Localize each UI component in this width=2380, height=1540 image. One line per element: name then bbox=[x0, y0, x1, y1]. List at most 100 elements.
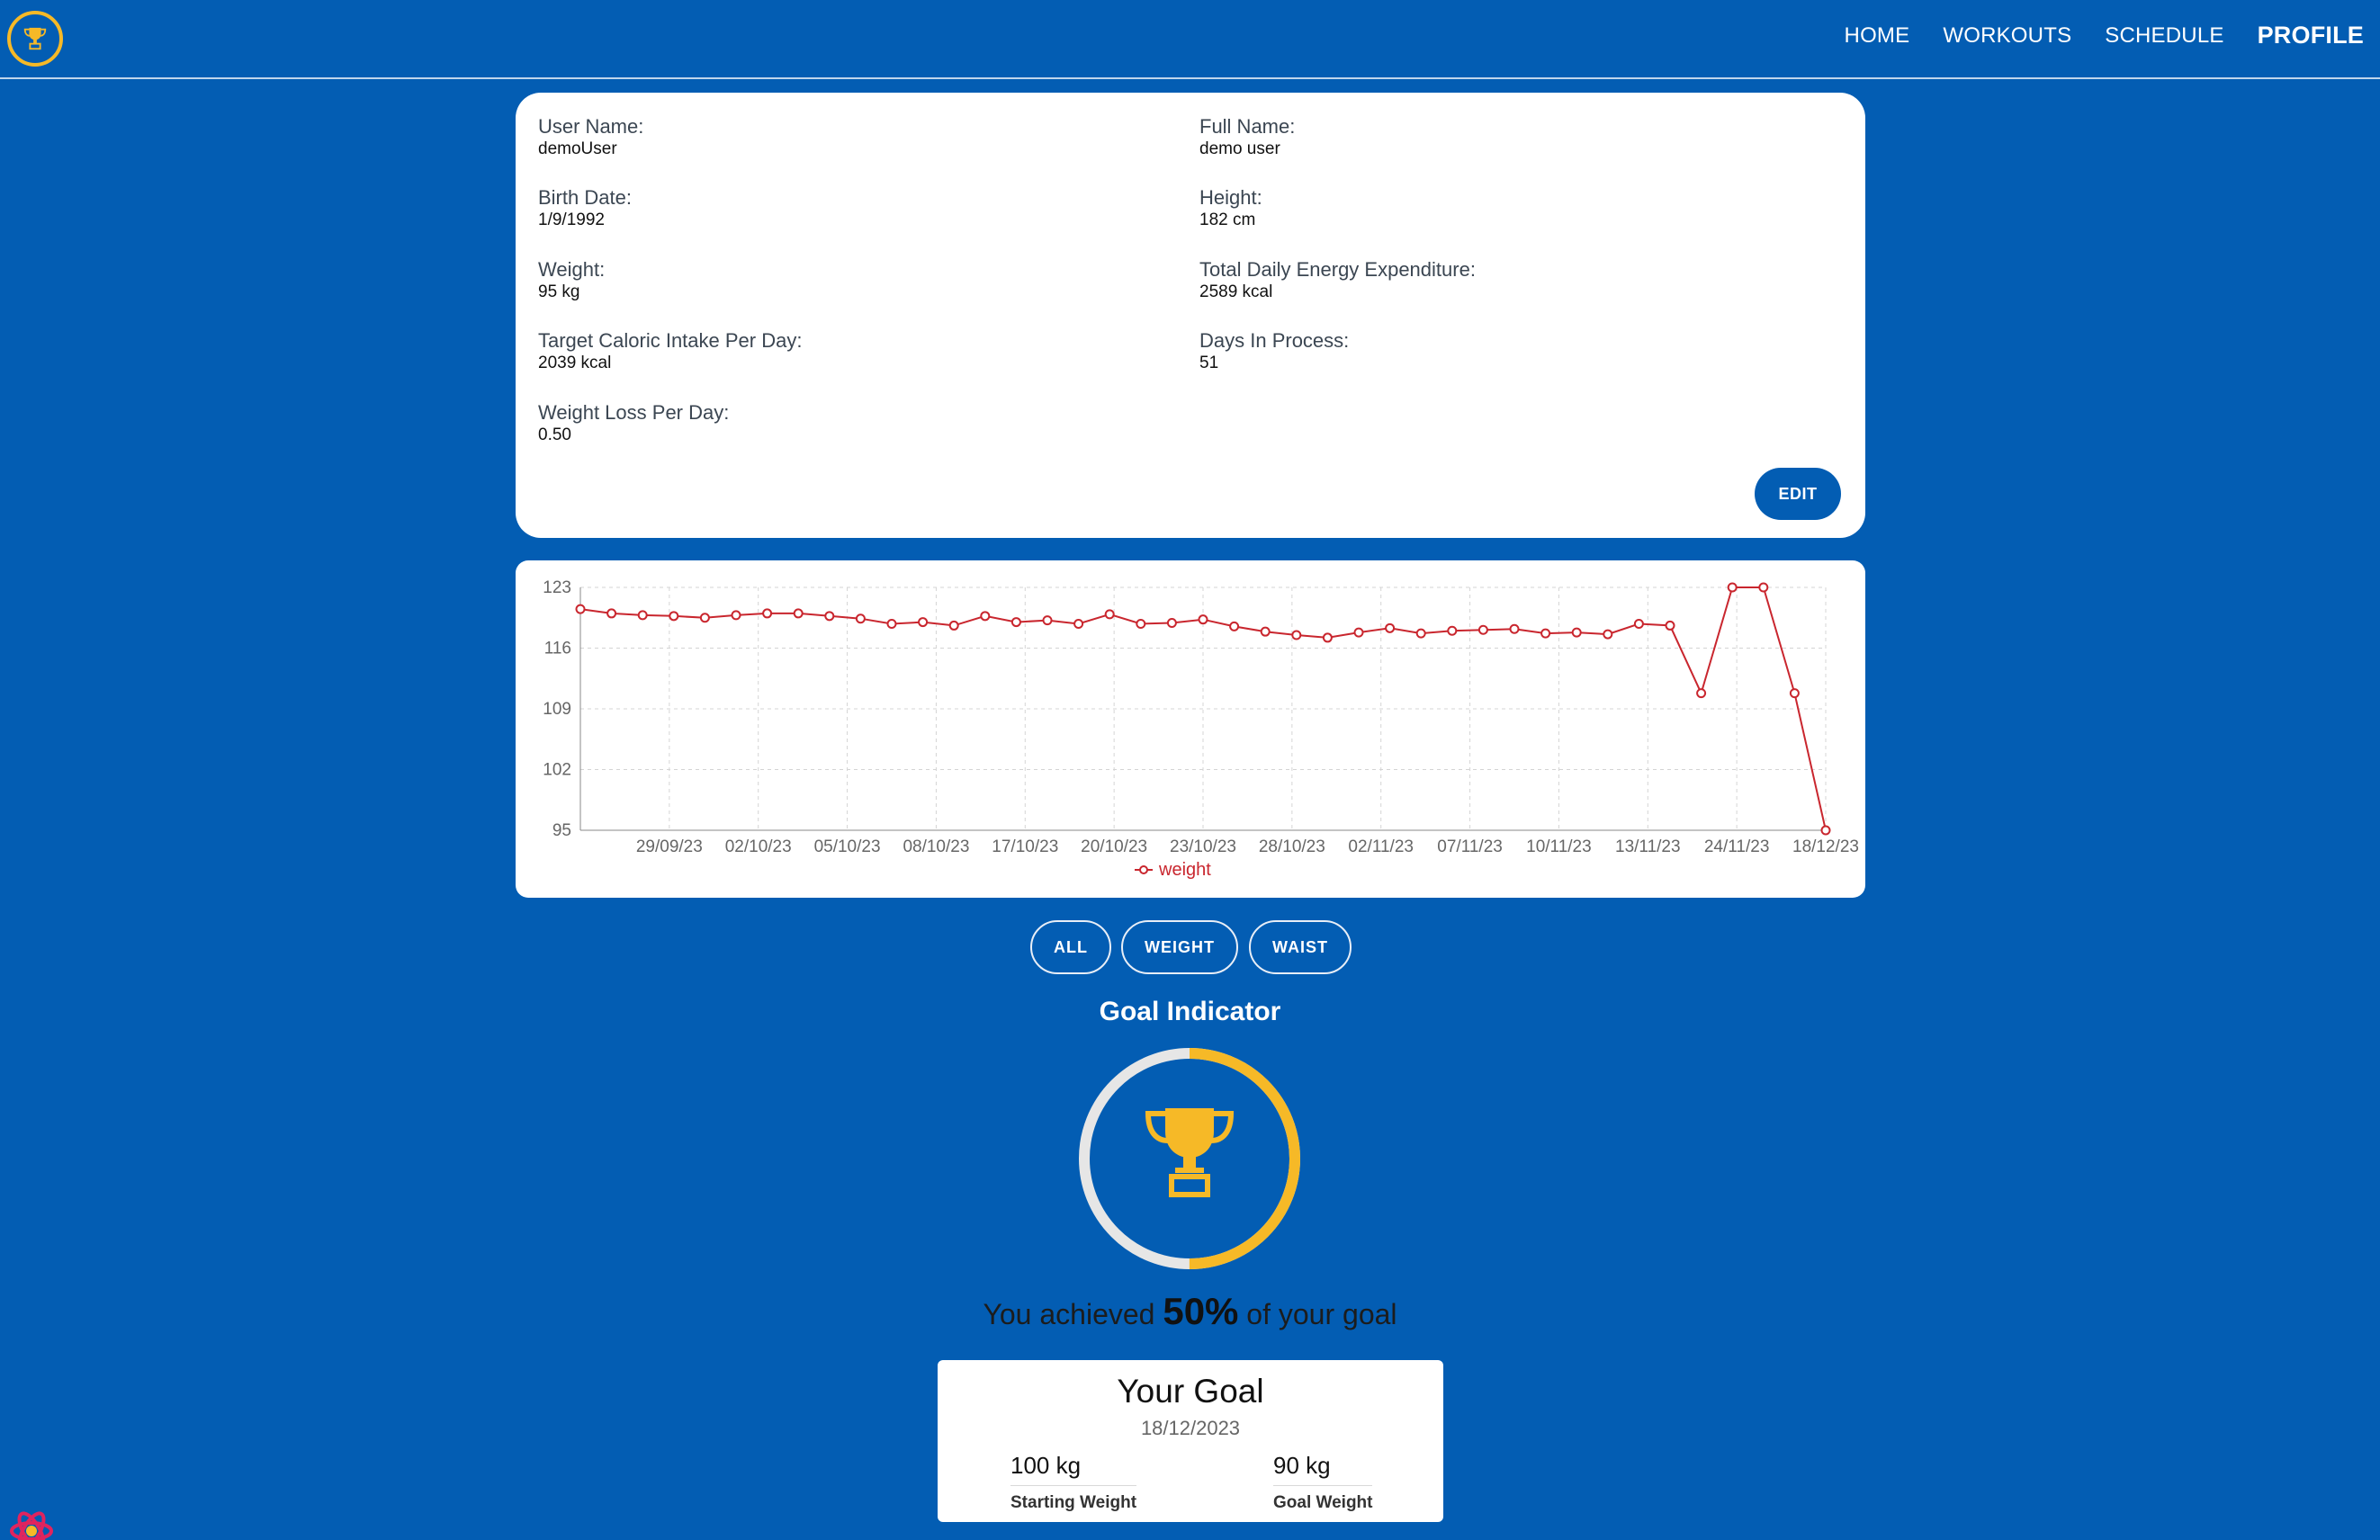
edit-button[interactable]: EDIT bbox=[1755, 468, 1841, 520]
weight-data-point bbox=[1477, 624, 1488, 635]
x-tick-label: 02/11/23 bbox=[1348, 837, 1414, 856]
weight-data-point bbox=[1385, 622, 1396, 633]
weight-data-point bbox=[1820, 825, 1831, 836]
achieved-prefix: You achieved bbox=[983, 1298, 1155, 1330]
field-tdee: Total Daily Energy Expenditure: 2589 kca… bbox=[1199, 257, 1476, 303]
weight-data-point bbox=[793, 608, 804, 619]
goal-card-title: Your Goal bbox=[1117, 1373, 1264, 1410]
goal-indicator-title: Goal Indicator bbox=[1099, 997, 1281, 1026]
weight-data-point bbox=[1509, 623, 1520, 634]
x-tick-label: 17/10/23 bbox=[992, 837, 1058, 856]
react-devtools-icon[interactable] bbox=[9, 1504, 54, 1540]
field-value: demoUser bbox=[538, 139, 617, 158]
nav-schedule[interactable]: SCHEDULE bbox=[2105, 23, 2223, 49]
field-height: Height: 182 cm bbox=[1199, 185, 1262, 231]
weight-data-point bbox=[1665, 620, 1675, 631]
goal-weight-label: Goal Weight bbox=[1273, 1493, 1373, 1512]
field-birth-date: Birth Date: 1/9/1992 bbox=[538, 185, 632, 231]
weight-data-point bbox=[731, 610, 741, 621]
y-tick-label: 102 bbox=[543, 761, 571, 780]
weight-data-point bbox=[855, 613, 866, 624]
weight-data-point bbox=[1322, 632, 1333, 643]
legend-label: weight bbox=[1158, 860, 1211, 880]
nav-profile[interactable]: PROFILE bbox=[2258, 22, 2364, 49]
field-weight-loss-per-day: Weight Loss Per Day: 0.50 bbox=[538, 400, 729, 446]
weight-data-point bbox=[948, 620, 959, 631]
top-navbar: HOME WORKOUTS SCHEDULE PROFILE bbox=[0, 0, 2380, 79]
x-tick-label: 20/10/23 bbox=[1081, 837, 1147, 856]
weight-data-point bbox=[1166, 618, 1177, 629]
field-value: 51 bbox=[1199, 354, 1219, 372]
home-logo[interactable] bbox=[7, 11, 63, 67]
chart-filter-group: ALL WEIGHT WAIST bbox=[0, 920, 2380, 974]
field-label: Birth Date: bbox=[538, 186, 632, 209]
your-goal-card: Your Goal 18/12/2023 100 kg Starting Wei… bbox=[938, 1360, 1443, 1522]
starting-weight-value: 100 kg bbox=[1010, 1452, 1136, 1486]
weight-data-point bbox=[1073, 619, 1084, 629]
x-tick-label: 24/11/23 bbox=[1704, 837, 1770, 856]
weight-data-point bbox=[1447, 625, 1458, 636]
nav-home[interactable]: HOME bbox=[1845, 23, 1910, 49]
achieved-percent: 50% bbox=[1163, 1290, 1239, 1332]
weight-data-point bbox=[669, 611, 679, 622]
weight-data-point bbox=[980, 611, 991, 622]
x-tick-label: 13/11/23 bbox=[1615, 837, 1681, 856]
achieved-suffix: of your goal bbox=[1246, 1298, 1397, 1330]
x-tick-label: 18/12/23 bbox=[1792, 837, 1859, 856]
field-label: Weight Loss Per Day: bbox=[538, 401, 730, 424]
x-tick-label: 07/11/23 bbox=[1437, 837, 1503, 856]
weight-data-point bbox=[575, 604, 586, 614]
weight-data-point bbox=[1260, 626, 1271, 637]
weight-data-point bbox=[1789, 688, 1800, 699]
trophy-icon bbox=[23, 27, 47, 50]
weight-data-point bbox=[1633, 619, 1644, 629]
filter-weight-button[interactable]: WEIGHT bbox=[1121, 920, 1238, 974]
weight-data-point bbox=[606, 608, 617, 619]
weight-data-point bbox=[1291, 630, 1302, 640]
field-label: Total Daily Energy Expenditure: bbox=[1199, 258, 1476, 281]
weight-data-point bbox=[1353, 627, 1364, 638]
weight-line-chart: 95 102 109 116 123 29/09/23 02/10/23 05/10/23 08… bbox=[543, 578, 1859, 880]
x-tick-label: 05/10/23 bbox=[814, 837, 881, 856]
goal-weight-value: 90 kg bbox=[1273, 1452, 1372, 1486]
weight-data-point bbox=[1696, 688, 1707, 699]
field-weight: Weight: 95 kg bbox=[538, 257, 605, 303]
field-value: 95 kg bbox=[538, 282, 580, 301]
field-label: Full Name: bbox=[1199, 115, 1296, 138]
field-value: 2039 kcal bbox=[538, 354, 612, 372]
field-days-in-process: Days In Process: 51 bbox=[1199, 328, 1349, 374]
x-tick-label: 02/10/23 bbox=[725, 837, 792, 856]
field-label: Target Caloric Intake Per Day: bbox=[538, 329, 803, 352]
field-full-name: Full Name: demo user bbox=[1199, 114, 1295, 160]
weight-data-point bbox=[886, 619, 897, 629]
weight-data-point bbox=[1010, 617, 1021, 628]
field-value: 1/9/1992 bbox=[538, 210, 605, 229]
field-user-name: User Name: demoUser bbox=[538, 114, 643, 160]
profile-card: User Name: demoUser Full Name: demo user… bbox=[516, 93, 1865, 538]
field-label: Days In Process: bbox=[1199, 329, 1350, 352]
field-label: Weight: bbox=[538, 258, 606, 281]
weight-data-point bbox=[637, 610, 648, 621]
filter-all-button[interactable]: ALL bbox=[1030, 920, 1111, 974]
goal-achievement-text: You achieved 50% of your goal bbox=[0, 1290, 2380, 1333]
weight-data-point bbox=[1136, 619, 1146, 629]
weight-data-point bbox=[1603, 629, 1613, 640]
weight-data-point bbox=[824, 611, 835, 622]
weight-data-point bbox=[918, 617, 929, 628]
field-value: 0.50 bbox=[538, 425, 571, 444]
weight-data-point bbox=[762, 608, 773, 619]
weight-data-point bbox=[1104, 609, 1115, 620]
y-tick-label: 116 bbox=[544, 640, 571, 658]
field-value: demo user bbox=[1199, 139, 1280, 158]
weight-data-point bbox=[1229, 621, 1240, 631]
nav-workouts[interactable]: WORKOUTS bbox=[1943, 23, 2071, 49]
filter-waist-button[interactable]: WAIST bbox=[1249, 920, 1352, 974]
field-target-calories: Target Caloric Intake Per Day: 2039 kcal bbox=[538, 328, 802, 374]
weight-data-point bbox=[1198, 614, 1208, 625]
nav-links: HOME WORKOUTS SCHEDULE PROFILE bbox=[1845, 22, 2364, 49]
weight-chart-card: 95 102 109 116 123 29/09/23 02/10/23 05/10/23 08… bbox=[516, 560, 1865, 898]
weight-data-point bbox=[1727, 582, 1738, 593]
starting-weight-label: Starting Weight bbox=[1010, 1493, 1137, 1512]
field-label: User Name: bbox=[538, 115, 644, 138]
goal-date: 18/12/2023 bbox=[1140, 1417, 1241, 1439]
